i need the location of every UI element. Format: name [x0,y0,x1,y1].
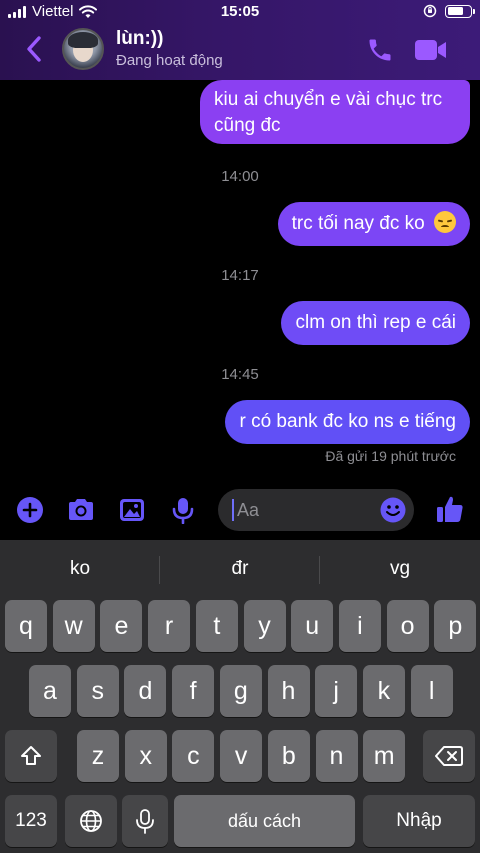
delete-key[interactable] [423,730,475,782]
message-bubble[interactable]: clm on thì rep e cái [281,301,470,345]
contact-name[interactable]: lùn:)) [116,28,163,50]
timestamp: 14:17 [221,267,259,284]
suggestion-item[interactable]: vg [320,558,480,580]
keyboard: ko đr vg qwertyuiop asdfghjkl zxcvbnm 12… [0,540,480,853]
key-t[interactable]: t [195,600,238,652]
sent-receipt: Đã gửi 19 phút trước [325,448,456,464]
globe-icon [80,810,102,832]
suggestion-bar: ko đr vg [0,540,480,598]
battery-icon [445,4,475,18]
key-e[interactable]: e [100,600,143,652]
dictation-microphone-icon [136,809,154,834]
shift-key[interactable] [5,730,57,782]
header-background: Viettel 15:05 lùn:)) Đang hoạt động [0,0,480,80]
message-bubble[interactable]: kiu ai chuyển e vài chục trc cũng đc [200,80,470,144]
back-chevron-icon[interactable] [22,34,46,64]
dictation-key[interactable] [122,795,168,847]
key-b[interactable]: b [267,730,310,782]
message-list[interactable]: kiu ai chuyển e vài chục trc cũng đc 14:… [0,76,480,476]
key-o[interactable]: o [386,600,429,652]
key-d[interactable]: d [124,665,167,717]
message-text: r có bank đc ko ns e tiếng [239,411,456,432]
return-key[interactable]: Nhập [363,795,475,847]
key-c[interactable]: c [172,730,215,782]
key-a[interactable]: a [29,665,71,717]
plus-icon[interactable] [16,496,44,524]
composer-bar: Aa [0,484,480,540]
message-input-placeholder: Aa [237,500,260,520]
key-g[interactable]: g [219,665,262,717]
key-s[interactable]: s [76,665,119,717]
message-bubble[interactable]: trc tối nay đc ko [277,202,470,246]
status-bar: Viettel 15:05 [0,0,480,24]
key-q[interactable]: q [5,600,47,652]
timestamp: 14:00 [221,168,259,185]
phone-icon[interactable] [366,36,394,64]
timestamp: 14:45 [221,366,259,383]
key-j[interactable]: j [315,665,358,717]
text-caret [232,499,234,521]
key-n[interactable]: n [315,730,358,782]
key-p[interactable]: p [434,600,477,652]
key-u[interactable]: u [291,600,334,652]
globe-key[interactable] [65,795,117,847]
message-text-line: kiu ai chuyển e vài chục trc [214,89,443,110]
key-i[interactable]: i [338,600,381,652]
numbers-key[interactable]: 123 [5,795,57,847]
backspace-icon [435,746,463,766]
key-h[interactable]: h [267,665,310,717]
camera-icon[interactable] [66,496,96,524]
key-z[interactable]: z [77,730,119,782]
orientation-lock-icon [423,4,437,18]
key-x[interactable]: x [124,730,167,782]
key-r[interactable]: r [148,600,191,652]
thumbs-up-icon[interactable] [434,493,466,525]
shift-arrow-icon [21,746,41,765]
message-input[interactable]: Aa [218,489,414,531]
chat-header: lùn:)) Đang hoạt động [0,24,480,76]
photo-gallery-icon[interactable] [118,496,146,524]
key-l[interactable]: l [410,665,453,717]
status-right [423,4,475,18]
message-text: clm on thì rep e cái [295,312,456,333]
key-v[interactable]: v [220,730,263,782]
video-camera-icon[interactable] [414,38,448,62]
disappointed-face-emoji-icon [434,211,456,233]
key-f[interactable]: f [172,665,215,717]
message-text: trc tối nay đc ko [291,213,425,234]
avatar[interactable] [62,28,104,70]
suggestion-item[interactable]: đr [160,558,320,580]
message-text-line: cũng đc [214,115,281,136]
emoji-smile-icon[interactable] [380,497,406,523]
clock: 15:05 [220,3,260,20]
key-m[interactable]: m [363,730,406,782]
key-y[interactable]: y [243,600,286,652]
active-status: Đang hoạt động [116,52,223,69]
suggestion-item[interactable]: ko [0,558,160,580]
key-w[interactable]: w [52,600,95,652]
space-key[interactable]: dấu cách [174,795,355,847]
message-bubble[interactable]: r có bank đc ko ns e tiếng [225,400,470,444]
microphone-icon[interactable] [170,496,196,524]
key-k[interactable]: k [362,665,405,717]
